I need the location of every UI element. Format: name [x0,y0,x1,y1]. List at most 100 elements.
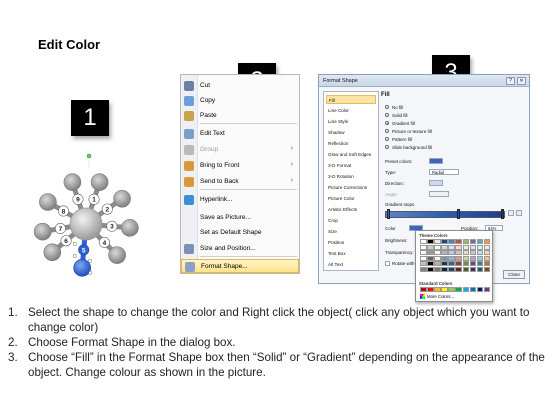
selection-handle[interactable] [88,259,92,263]
selection-handle[interactable] [88,271,92,275]
fill-radio[interactable] [385,137,389,141]
dialog-nav-item[interactable]: Line Style [326,117,376,126]
color-swatch[interactable] [448,261,455,267]
color-swatch[interactable] [455,255,462,261]
color-swatch[interactable] [427,266,434,272]
color-swatch[interactable] [441,239,448,244]
rotate-checkbox[interactable] [385,261,390,266]
color-swatch[interactable] [420,266,427,272]
color-swatch[interactable] [448,266,455,272]
color-swatch[interactable] [476,266,484,272]
remove-stop-button[interactable] [516,210,522,216]
fill-radio[interactable] [385,113,389,117]
outer-node-circle[interactable] [43,243,62,262]
color-swatch[interactable] [462,255,470,261]
outer-node-circle[interactable] [90,173,109,191]
color-swatch[interactable] [455,287,462,292]
color-swatch[interactable] [448,250,455,256]
color-swatch[interactable] [420,239,427,244]
color-swatch[interactable] [434,261,441,267]
color-swatch[interactable] [455,266,462,272]
color-swatch[interactable] [476,287,484,292]
color-swatch[interactable] [462,239,470,244]
dialog-nav-item[interactable]: Picture Color [326,194,376,203]
shape-diagram[interactable]: 9 1 8 2 7 3 6 5 4 [28,150,140,290]
close-button[interactable]: Close [503,270,525,279]
color-swatch[interactable] [476,244,484,250]
color-swatch[interactable] [476,239,484,244]
color-swatch[interactable] [448,239,455,244]
rotation-handle[interactable] [86,153,92,159]
direction-dropdown[interactable] [429,180,443,186]
fill-radio[interactable] [385,129,389,133]
dialog-nav-item[interactable]: Artistic Effects [326,205,376,214]
gradient-stop-handle[interactable] [501,209,504,219]
color-swatch[interactable] [427,255,434,261]
color-swatch[interactable] [427,261,434,267]
color-swatch[interactable] [476,255,484,261]
context-menu-item[interactable]: Send to Back › [181,175,299,189]
color-swatch[interactable] [483,287,491,292]
color-swatch[interactable] [420,250,427,256]
color-swatch[interactable] [448,244,455,250]
color-swatch[interactable] [462,244,470,250]
color-swatch[interactable] [441,255,448,261]
dialog-nav-item[interactable]: Text Box [326,249,376,258]
context-menu-item[interactable]: Set as Default Shape [181,226,299,240]
dialog-nav-item[interactable]: Reflection [326,139,376,148]
outer-node-circle[interactable] [73,259,91,277]
dialog-nav-item[interactable]: Shadow [326,128,376,137]
color-swatch[interactable] [434,250,441,256]
color-swatch[interactable] [469,266,477,272]
gradient-stops-bar[interactable] [385,211,505,218]
fill-radio[interactable] [385,145,389,149]
color-swatch[interactable] [483,261,491,267]
context-menu-item[interactable]: Group › [181,143,299,157]
dialog-nav-item[interactable]: Glow and Soft Edges [326,150,376,159]
color-swatch[interactable] [420,261,427,267]
color-swatch[interactable] [448,255,455,261]
color-swatch[interactable] [434,266,441,272]
color-swatch[interactable] [420,255,427,261]
outer-node-circle[interactable] [108,246,126,264]
fill-radio[interactable] [385,121,389,125]
color-swatch[interactable] [476,250,484,256]
context-menu-item[interactable]: Edit Text [181,127,299,141]
color-swatch[interactable] [469,255,477,261]
color-swatch[interactable] [462,250,470,256]
color-swatch[interactable] [483,244,491,250]
color-swatch[interactable] [462,287,470,292]
color-swatch[interactable] [427,244,434,250]
type-dropdown[interactable]: Radial [429,169,459,175]
color-swatch[interactable] [483,255,491,261]
outer-node-circle[interactable] [33,222,52,241]
color-swatch[interactable] [434,255,441,261]
center-circle[interactable] [69,207,103,241]
add-stop-button[interactable] [508,210,514,216]
color-swatch[interactable] [434,287,441,292]
color-swatch[interactable] [469,287,477,292]
color-swatch[interactable] [434,239,441,244]
outer-node-circle[interactable] [113,189,131,208]
help-button[interactable]: ? [506,77,515,85]
outer-node-circle[interactable] [121,219,139,237]
dialog-nav-item[interactable]: 3-D Rotation [326,172,376,181]
preset-colors-dropdown[interactable] [429,158,443,164]
color-swatch[interactable] [462,261,470,267]
color-swatch[interactable] [455,250,462,256]
dialog-nav-item[interactable]: Picture Corrections [326,183,376,192]
color-swatch[interactable] [427,250,434,256]
color-swatch[interactable] [441,287,448,292]
color-swatch[interactable] [434,244,441,250]
color-swatch[interactable] [427,239,434,244]
color-swatch[interactable] [427,287,434,292]
color-swatch[interactable] [420,287,427,292]
angle-field[interactable] [429,191,449,197]
dialog-nav-item[interactable]: Fill [326,95,376,104]
color-swatch[interactable] [469,250,477,256]
color-swatch[interactable] [455,239,462,244]
outer-node-circle[interactable] [63,173,82,191]
color-swatch[interactable] [469,244,477,250]
more-colors-item[interactable]: More Colors... [420,294,454,300]
selection-handle[interactable] [73,254,77,258]
